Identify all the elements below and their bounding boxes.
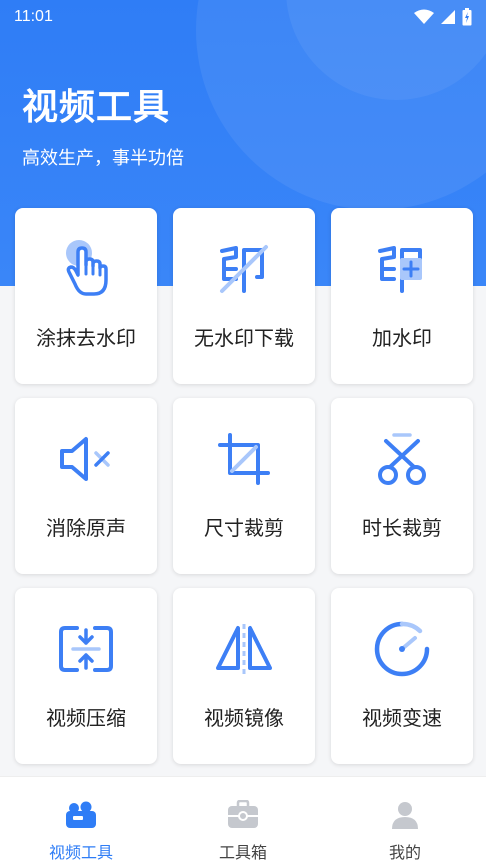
- mute-icon: [55, 428, 117, 490]
- tool-label: 时长裁剪: [362, 518, 442, 540]
- speed-icon: [371, 618, 433, 680]
- toolbox-icon: [226, 799, 260, 831]
- page-title: 视频工具: [22, 86, 171, 127]
- tool-card-add-watermark[interactable]: 加水印: [331, 208, 473, 384]
- page-subtitle: 高效生产，事半功倍: [22, 148, 184, 168]
- status-bar: 11:01: [0, 0, 486, 34]
- tool-card-no-watermark-download[interactable]: 无水印下载: [173, 208, 315, 384]
- signal-icon: [441, 10, 455, 24]
- tool-card-smear-remove-watermark[interactable]: 涂抹去水印: [15, 208, 157, 384]
- status-icons: [414, 8, 472, 26]
- tab-label: 视频工具: [48, 845, 113, 862]
- tool-card-video-mirror[interactable]: 视频镜像: [173, 588, 315, 764]
- tool-card-duration-trim[interactable]: 时长裁剪: [331, 398, 473, 574]
- tab-video-tools[interactable]: 视频工具: [0, 777, 162, 864]
- tool-card-video-speed[interactable]: 视频变速: [331, 588, 473, 764]
- mirror-icon: [213, 618, 275, 680]
- tool-label: 视频压缩: [46, 708, 126, 730]
- tool-label: 视频镜像: [204, 708, 284, 730]
- tool-label: 加水印: [372, 328, 432, 350]
- hand-pointer-icon: [55, 238, 117, 300]
- scissors-icon: [371, 428, 433, 490]
- bottom-tab-bar: 视频工具 工具箱 我的: [0, 776, 486, 864]
- status-time: 11:01: [14, 8, 53, 25]
- tool-grid: 涂抹去水印 无水印下载 加水印 消除原声 尺寸裁剪 时长裁剪 视频压缩 视频镜像…: [15, 208, 473, 764]
- tool-label: 无水印下载: [194, 328, 294, 350]
- crop-icon: [213, 428, 275, 490]
- battery-icon: [462, 8, 472, 26]
- tab-mine[interactable]: 我的: [324, 777, 486, 864]
- tool-card-size-crop[interactable]: 尺寸裁剪: [173, 398, 315, 574]
- tool-label: 消除原声: [46, 518, 126, 540]
- wifi-icon: [414, 9, 434, 24]
- tool-label: 涂抹去水印: [36, 328, 136, 350]
- user-icon: [390, 799, 420, 831]
- tool-label: 尺寸裁剪: [204, 518, 284, 540]
- no-watermark-icon: [213, 238, 275, 300]
- camera-icon: [64, 799, 98, 831]
- tool-label: 视频变速: [362, 708, 442, 730]
- compress-icon: [55, 618, 117, 680]
- tool-card-remove-audio[interactable]: 消除原声: [15, 398, 157, 574]
- tab-toolbox[interactable]: 工具箱: [162, 777, 324, 864]
- tab-label: 我的: [388, 845, 421, 862]
- add-watermark-icon: [371, 238, 433, 300]
- tab-label: 工具箱: [218, 845, 267, 862]
- tool-card-video-compress[interactable]: 视频压缩: [15, 588, 157, 764]
